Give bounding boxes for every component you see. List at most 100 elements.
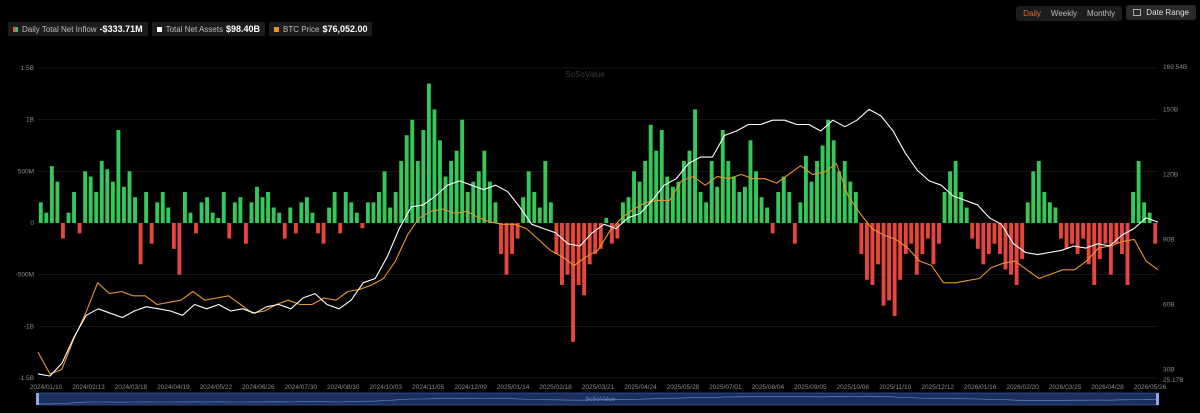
inflow-bar (1020, 223, 1025, 260)
navigator-watermark: SoSoValue (585, 397, 615, 403)
inflow-bar (1153, 223, 1158, 244)
inflow-bar (493, 202, 498, 223)
inflow-bar (255, 186, 259, 223)
inflow-bar (1136, 161, 1141, 223)
inflow-bar (798, 202, 803, 223)
chart-canvas: SoSoValue 1.5B 1B 500M 0 -500M -1B -1.5B 169.54B… (16, 64, 1187, 406)
inflow-bar (299, 202, 304, 223)
inflow-bar (787, 192, 792, 223)
inflow-bar (1042, 192, 1047, 223)
inflow-bar (737, 192, 742, 223)
inflow-bar (221, 192, 226, 223)
inflow-bar (892, 223, 897, 316)
inflow-bar (177, 223, 182, 275)
inflow-bar (770, 223, 775, 234)
inflow-bar (149, 223, 154, 244)
inflow-bar (1070, 223, 1074, 244)
inflow-bar (476, 171, 481, 223)
inflow-bar (38, 202, 43, 223)
inflow-bar (981, 223, 986, 265)
inflow-bar (909, 223, 914, 244)
inflow-bar (371, 202, 376, 223)
inflow-bar (659, 130, 664, 223)
inflow-bar (1064, 223, 1069, 249)
inflow-bar (44, 212, 49, 223)
inflow-bar (249, 202, 254, 223)
inflow-bar (826, 119, 831, 223)
inflow-bar (99, 161, 104, 223)
inflow-bar (94, 192, 99, 223)
inflow-bar (792, 223, 797, 244)
inflow-bar (560, 223, 564, 285)
inflow-bar (975, 223, 980, 249)
navigator-left-handle[interactable] (36, 393, 39, 405)
inflow-bar (243, 223, 248, 244)
inflow-bar (66, 212, 71, 223)
inflow-bar (726, 161, 731, 223)
inflow-bar (271, 207, 276, 223)
inflow-bar (532, 192, 537, 223)
inflow-bar (859, 223, 864, 254)
inflow-bar (288, 207, 293, 223)
x-axis-tick: 2024/05/22 (200, 384, 233, 391)
inflow-bar (759, 197, 764, 223)
inflow-bar (815, 161, 819, 223)
inflow-bar (293, 223, 298, 234)
right-axis-tick: 90B (1163, 236, 1175, 243)
inflow-bar (210, 212, 215, 223)
inflow-bar (1009, 223, 1014, 275)
inflow-bar (898, 223, 903, 280)
inflow-bar (327, 207, 332, 223)
inflow-bar (1131, 192, 1135, 223)
x-axis-tick: 2026/05/26 (1134, 384, 1167, 391)
inflow-bar (937, 223, 941, 244)
watermark: SoSoValue (565, 70, 605, 79)
inflow-bar (310, 212, 315, 223)
inflow-bar (144, 192, 149, 223)
inflow-bar (465, 192, 470, 223)
inflow-bar (948, 171, 953, 223)
inflow-bar (72, 192, 76, 223)
inflow-bar (316, 223, 320, 234)
inflow-bar (421, 130, 426, 223)
btc-price-line (37, 163, 1159, 375)
inflow-bar (1103, 223, 1108, 244)
inflow-bar (731, 176, 736, 223)
x-axis-tick: 2024/07/30 (284, 384, 317, 391)
inflow-bar (166, 207, 171, 223)
inflow-bar (260, 197, 265, 223)
inflow-bar (155, 202, 160, 223)
inflow-bar (615, 223, 620, 239)
inflow-bar (122, 186, 126, 223)
inflow-bar (382, 171, 387, 223)
inflow-bar (460, 119, 465, 223)
inflow-bar (404, 135, 409, 223)
navigator-right-handle[interactable] (1156, 393, 1159, 405)
inflow-bar (61, 223, 65, 239)
inflow-bar (1014, 223, 1019, 285)
left-axis-tick: -500M (16, 272, 34, 279)
inflow-bar (449, 161, 454, 223)
inflow-bar (837, 171, 842, 223)
inflow-bar (1075, 223, 1080, 254)
inflow-bar (920, 223, 925, 254)
inflow-bar (138, 223, 143, 265)
inflow-bar (742, 186, 747, 223)
inflow-bar (587, 223, 592, 265)
x-axis-tick: 2025/04/24 (624, 384, 657, 391)
inflow-bar (576, 223, 581, 285)
inflow-bar (415, 161, 420, 223)
inflow-bar (803, 155, 808, 223)
inflow-bar (526, 171, 531, 223)
inflow-bar (338, 223, 343, 234)
inflow-bar (238, 197, 243, 223)
inflow-bar (953, 161, 958, 223)
inflow-bar (820, 145, 825, 223)
x-axis-tick: 2024/08/30 (327, 384, 360, 391)
x-axis-tick: 2026/02/20 (1006, 384, 1039, 391)
inflow-bar (765, 207, 770, 223)
inflow-bar (848, 181, 853, 223)
inflow-bar (49, 166, 54, 223)
inflow-bar (304, 197, 309, 223)
x-axis-tick: 2024/04/19 (157, 384, 190, 391)
